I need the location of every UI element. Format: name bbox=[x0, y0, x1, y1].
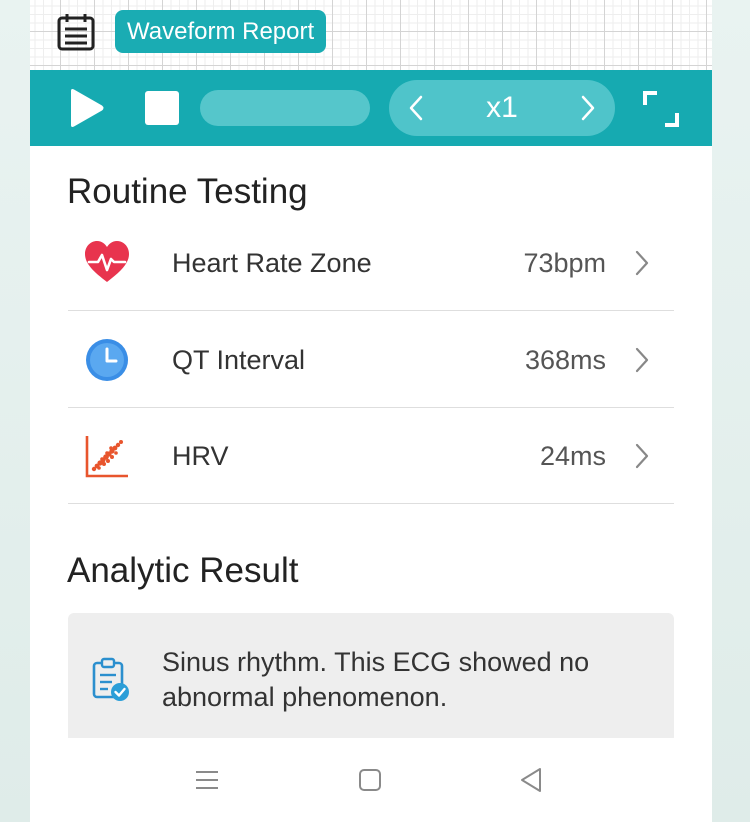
report-icon[interactable] bbox=[56, 12, 96, 52]
analytic-result-title: Analytic Result bbox=[67, 551, 299, 590]
clock-icon bbox=[86, 339, 128, 381]
analytic-result-card: Sinus rhythm. This ECG showed no abnorma… bbox=[68, 613, 674, 743]
list-item-hrv[interactable]: HRV 24ms bbox=[68, 408, 674, 504]
home-icon[interactable] bbox=[358, 768, 382, 792]
stop-icon[interactable] bbox=[145, 91, 179, 125]
scatter-chart-icon bbox=[85, 436, 128, 478]
playback-toolbar: x1 bbox=[30, 70, 712, 146]
chevron-right-icon bbox=[635, 347, 649, 373]
playback-progress[interactable] bbox=[200, 90, 370, 126]
heart-pulse-icon bbox=[85, 241, 129, 282]
row-label: QT Interval bbox=[172, 345, 306, 375]
system-nav-bar bbox=[30, 738, 712, 822]
clipboard-check-icon bbox=[92, 657, 129, 701]
row-label: Heart Rate Zone bbox=[172, 248, 372, 278]
fullscreen-icon[interactable] bbox=[642, 90, 680, 128]
list-item-qt-interval[interactable]: QT Interval 368ms bbox=[68, 312, 674, 408]
row-value: 73bpm bbox=[523, 248, 606, 278]
row-value: 24ms bbox=[539, 441, 606, 471]
back-icon[interactable] bbox=[518, 766, 544, 794]
analytic-result-text: Sinus rhythm. This ECG showed no abnorma… bbox=[162, 647, 590, 712]
waveform-report-button[interactable]: Waveform Report bbox=[115, 10, 327, 53]
background-left bbox=[0, 0, 30, 822]
routine-testing-title: Routine Testing bbox=[67, 172, 308, 211]
speed-selector: x1 bbox=[389, 80, 615, 136]
chevron-left-icon[interactable] bbox=[403, 94, 431, 122]
row-label: HRV bbox=[172, 441, 229, 471]
menu-icon[interactable] bbox=[194, 768, 220, 792]
chevron-right-icon bbox=[635, 250, 649, 276]
chevron-right-icon bbox=[635, 443, 649, 469]
chevron-right-icon[interactable] bbox=[573, 94, 601, 122]
background-right bbox=[712, 0, 750, 822]
list-item-heart-rate-zone[interactable]: Heart Rate Zone 73bpm bbox=[68, 215, 674, 311]
play-icon[interactable] bbox=[67, 88, 105, 128]
row-value: 368ms bbox=[524, 345, 606, 375]
app-screen: Waveform Report x1 Routine Testing Heart… bbox=[30, 0, 712, 822]
